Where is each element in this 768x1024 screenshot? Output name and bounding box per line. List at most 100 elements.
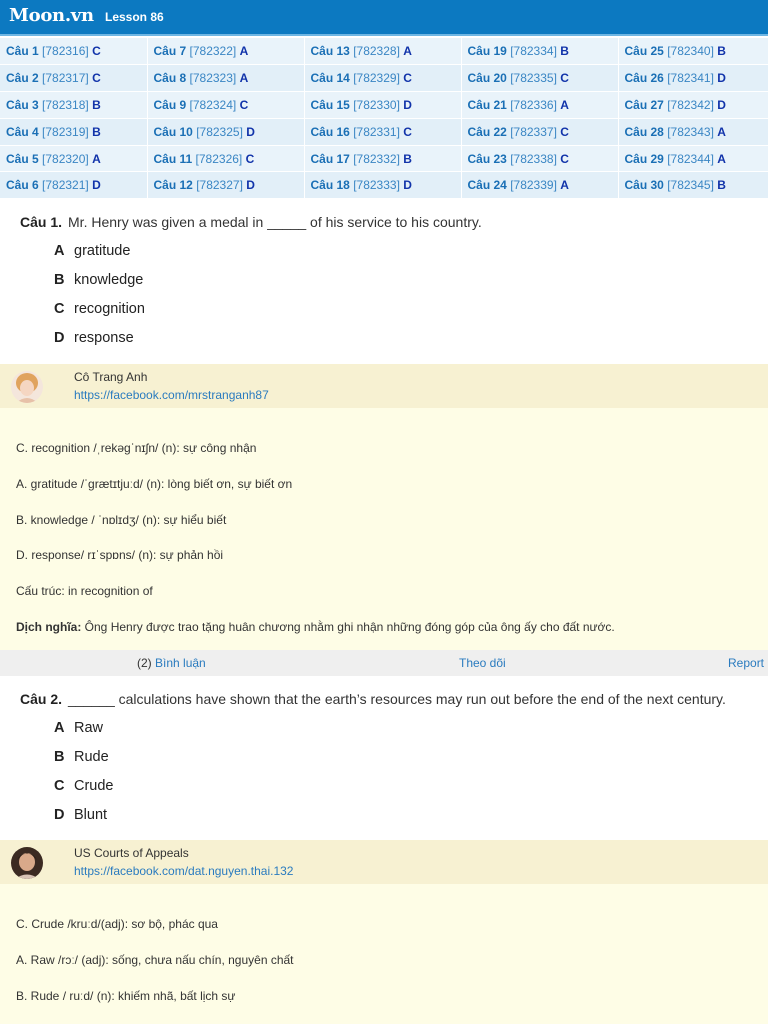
question-1-option-a[interactable]: Agratitude <box>54 243 130 259</box>
question-number-link[interactable]: Câu 12 <box>154 178 193 192</box>
answer-key: C <box>560 124 569 139</box>
question-1-option-b[interactable]: Bknowledge <box>54 272 143 288</box>
author-avatar[interactable] <box>11 371 43 403</box>
question-2: Câu 2. ______ calculations have shown tha… <box>0 691 768 831</box>
answer-cell[interactable]: Câu 17 [782332] B <box>304 145 462 173</box>
question-number-link[interactable]: Câu 4 <box>6 125 39 139</box>
answer-cell[interactable]: Câu 18 [782333] D <box>304 171 462 200</box>
question-id: [782336] <box>510 97 557 112</box>
answer-cell[interactable]: Câu 6 [782321] D <box>0 171 148 200</box>
question-number-link[interactable]: Câu 22 <box>468 125 507 139</box>
author-facebook-link[interactable]: https://facebook.com/mrstranganh87 <box>74 388 269 402</box>
question-number-link[interactable]: Câu 29 <box>625 152 664 166</box>
question-1-option-c[interactable]: Crecognition <box>54 301 145 317</box>
question-number-link[interactable]: Câu 1 <box>6 44 39 58</box>
question-number-link[interactable]: Câu 6 <box>6 178 39 192</box>
question-number-link[interactable]: Câu 8 <box>154 71 187 85</box>
comment-link[interactable]: (2) Bình luận <box>137 656 206 670</box>
answer-cell[interactable]: Câu 7 [782322] A <box>147 38 305 66</box>
answer-cell[interactable]: Câu 16 [782331] C <box>304 118 462 146</box>
answer-cell[interactable]: Câu 12 [782327] D <box>147 171 305 200</box>
question-id: [782324] <box>189 97 237 112</box>
question-number-link[interactable]: Câu 9 <box>154 98 187 112</box>
answer-cell[interactable]: Câu 8 [782323] A <box>147 64 305 93</box>
answer-cell[interactable]: Câu 15 [782330] D <box>304 91 462 119</box>
question-number-link[interactable]: Câu 13 <box>311 44 350 58</box>
question-number-link[interactable]: Câu 11 <box>154 152 193 166</box>
author-facebook-link[interactable]: https://facebook.com/dat.nguyen.thai.132 <box>74 864 293 878</box>
answer-key: A <box>560 178 569 193</box>
site-logo[interactable]: Moon.vn <box>9 5 94 26</box>
question-number-link[interactable]: Câu 23 <box>468 152 507 166</box>
answer-cell[interactable]: Câu 30 [782345] B <box>618 171 768 200</box>
question-number-link[interactable]: Câu 3 <box>6 98 39 112</box>
question-2-text: ______ calculations have shown that the … <box>68 691 726 707</box>
answer-cell[interactable]: Câu 23 [782338] C <box>461 145 619 173</box>
question-number-link[interactable]: Câu 25 <box>625 44 664 58</box>
answer-cell[interactable]: Câu 1 [782316] C <box>0 38 148 66</box>
answer-cell[interactable]: Câu 24 [782339] A <box>461 171 619 200</box>
option-letter: C <box>54 301 65 317</box>
question-number-link[interactable]: Câu 15 <box>311 98 350 112</box>
explanation-line: B. knowledge / ˈnɒlɪdʒ/ (n): sự hiểu biế… <box>16 513 227 527</box>
answer-cell[interactable]: Câu 22 [782337] C <box>461 118 619 146</box>
explanation-line: Cấu trúc: in recognition of <box>16 584 153 598</box>
answer-cell[interactable]: Câu 9 [782324] C <box>147 91 305 119</box>
question-number-link[interactable]: Câu 19 <box>468 44 507 58</box>
answer-cell[interactable]: Câu 19 [782334] B <box>461 38 619 66</box>
question-2-option-a[interactable]: A Raw <box>54 720 103 736</box>
answer-key: B <box>717 44 726 59</box>
question-number-link[interactable]: Câu 2 <box>6 71 39 85</box>
question-2-option-c[interactable]: C Crude <box>54 778 114 794</box>
question-number-link[interactable]: Câu 24 <box>468 178 507 192</box>
answer-cell[interactable]: Câu 29 [782344] A <box>618 145 768 173</box>
question-number-link[interactable]: Câu 5 <box>6 152 39 166</box>
question-number-link[interactable]: Câu 30 <box>625 178 664 192</box>
question-id: [782325] <box>196 124 243 139</box>
question-number-link[interactable]: Câu 7 <box>154 44 187 58</box>
author-avatar[interactable] <box>11 847 43 879</box>
answer-key: C <box>560 71 569 86</box>
answer-cell[interactable]: Câu 25 [782340] B <box>618 38 768 66</box>
answer-key: C <box>403 71 412 86</box>
answer-cell[interactable]: Câu 11 [782326] C <box>147 145 305 173</box>
answer-cell[interactable]: Câu 13 [782328] A <box>304 38 462 66</box>
question-id: [782343] <box>667 124 714 139</box>
answer-cell[interactable]: Câu 28 [782343] A <box>618 118 768 146</box>
question-2-option-b[interactable]: B Rude <box>54 749 109 765</box>
question-number-link[interactable]: Câu 14 <box>311 71 350 85</box>
question-id: [782328] <box>353 44 400 59</box>
answer-cell[interactable]: Câu 5 [782320] A <box>0 145 148 173</box>
report-link[interactable]: Report <box>728 656 764 670</box>
question-number-link[interactable]: Câu 16 <box>311 125 350 139</box>
answer-cell[interactable]: Câu 3 [782318] B <box>0 91 148 119</box>
follow-link[interactable]: Theo dõi <box>459 656 506 670</box>
answer-key: C <box>92 71 101 86</box>
question-number-link[interactable]: Câu 26 <box>625 71 664 85</box>
question-2-option-d[interactable]: D Blunt <box>54 807 107 823</box>
question-id: [782339] <box>510 178 557 193</box>
question-number-link[interactable]: Câu 20 <box>468 71 507 85</box>
answer-key: D <box>246 124 255 139</box>
answer-cell[interactable]: Câu 26 [782341] D <box>618 64 768 93</box>
question-id: [782332] <box>353 151 400 166</box>
answer-cell[interactable]: Câu 2 [782317] C <box>0 64 148 93</box>
question-id: [782345] <box>667 178 714 193</box>
question-number-link[interactable]: Câu 27 <box>625 98 664 112</box>
question-number-link[interactable]: Câu 28 <box>625 125 664 139</box>
question-1-option-d[interactable]: Dresponse <box>54 330 134 346</box>
answer-cell[interactable]: Câu 14 [782329] C <box>304 64 462 93</box>
question-number-link[interactable]: Câu 21 <box>468 98 507 112</box>
question-id: [782322] <box>189 44 237 59</box>
answer-key: A <box>403 44 412 59</box>
answer-key: D <box>403 178 412 193</box>
question-number-link[interactable]: Câu 17 <box>311 152 350 166</box>
answer-cell[interactable]: Câu 20 [782335] C <box>461 64 619 93</box>
question-number-link[interactable]: Câu 18 <box>311 178 350 192</box>
answer-cell[interactable]: Câu 21 [782336] A <box>461 91 619 119</box>
answer-row: Câu 5 [782320] A Câu 11 [782326] C Câu 17 … <box>0 145 768 173</box>
question-number-link[interactable]: Câu 10 <box>154 125 193 139</box>
answer-cell[interactable]: Câu 4 [782319] B <box>0 118 148 146</box>
answer-cell[interactable]: Câu 10 [782325] D <box>147 118 305 146</box>
answer-cell[interactable]: Câu 27 [782342] D <box>618 91 768 119</box>
